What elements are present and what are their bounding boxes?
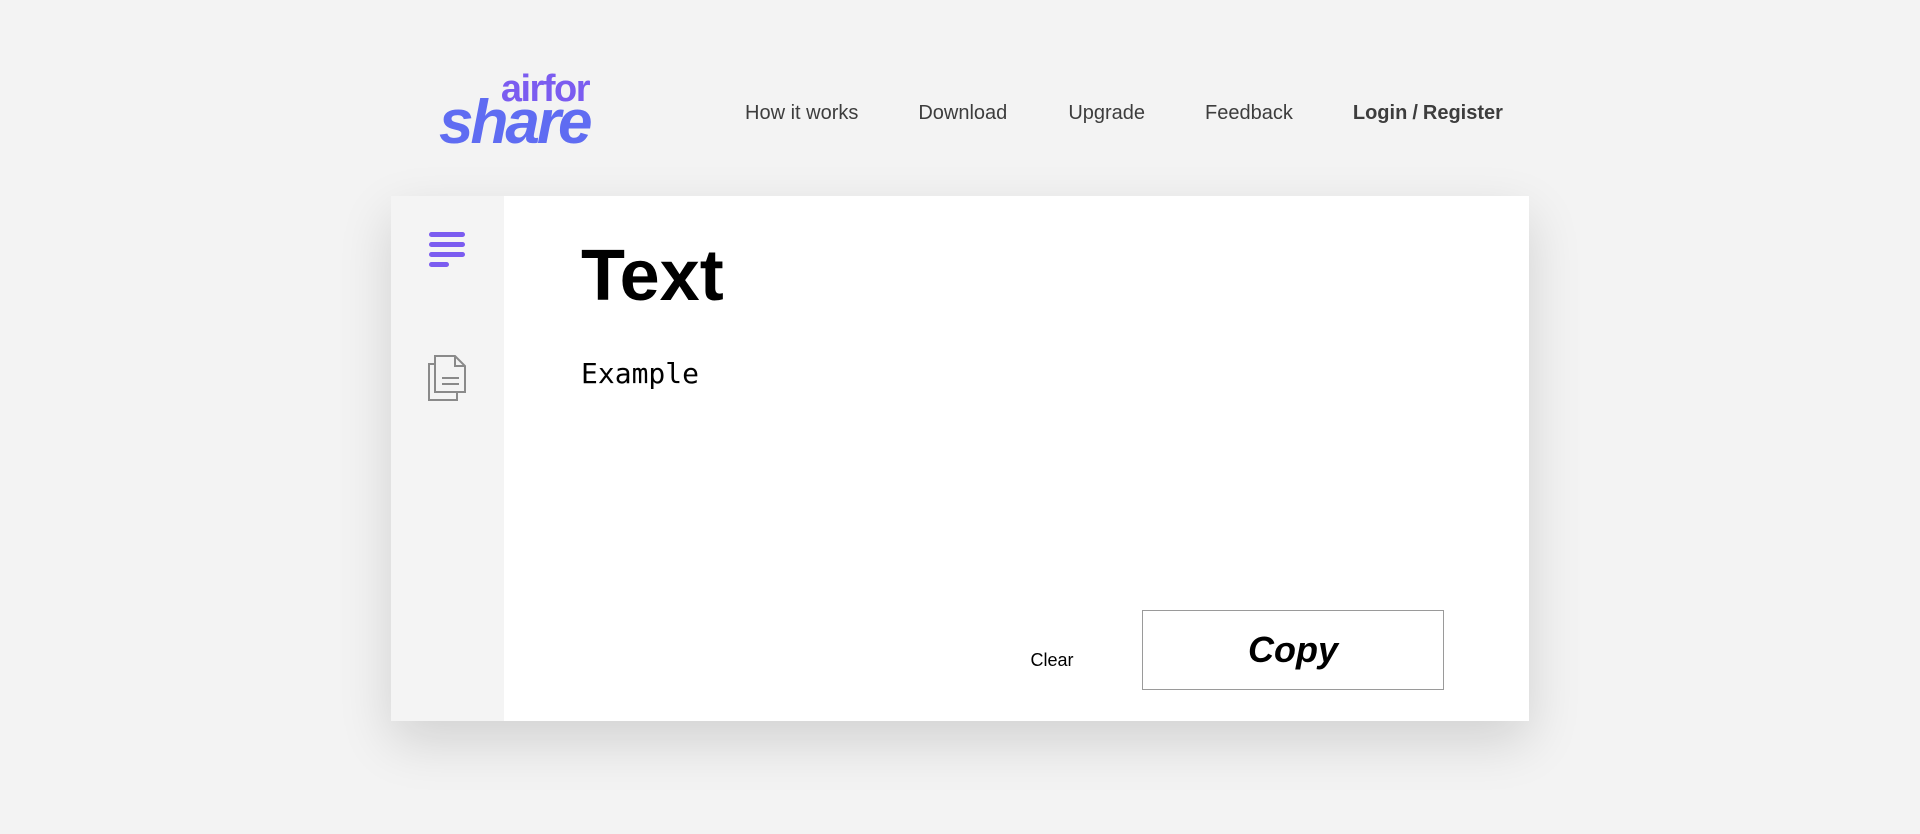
- top-nav: How it works Download Upgrade Feedback L…: [745, 100, 1503, 126]
- airforshare-logo[interactable]: airfor share: [439, 70, 592, 154]
- sidebar-item-files[interactable]: [419, 348, 475, 404]
- main-panel: Text Example Clear Copy: [504, 196, 1529, 721]
- clear-button[interactable]: Clear: [1004, 644, 1100, 676]
- nav-download[interactable]: Download: [918, 100, 1007, 126]
- nav-login[interactable]: Login: [1353, 100, 1407, 126]
- document-files-icon: [428, 355, 466, 401]
- share-text-input[interactable]: Example: [581, 356, 1441, 556]
- header: airfor share How it works Download Upgra…: [0, 0, 1920, 190]
- logo-share-text: share: [439, 88, 592, 157]
- share-card: Text Example Clear Copy: [391, 196, 1529, 721]
- nav-feedback[interactable]: Feedback: [1205, 100, 1293, 126]
- sidebar-item-text[interactable]: [419, 224, 475, 280]
- page-title: Text: [581, 236, 724, 316]
- copy-button[interactable]: Copy: [1142, 610, 1444, 690]
- nav-register[interactable]: Register: [1423, 100, 1503, 126]
- nav-separator: /: [1412, 101, 1418, 124]
- text-lines-icon: [429, 232, 465, 267]
- sidebar: [391, 196, 504, 721]
- nav-upgrade[interactable]: Upgrade: [1068, 100, 1145, 126]
- nav-how-it-works[interactable]: How it works: [745, 100, 858, 126]
